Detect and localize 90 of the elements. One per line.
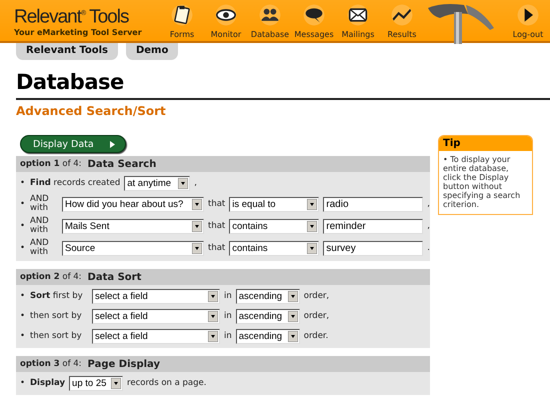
option-number: option 1 of 4: [20,159,82,169]
row-label: AND with [30,217,50,235]
dropdown[interactable]: Mails Sent [62,218,204,234]
dropdown[interactable]: contains [229,240,320,256]
row-label: records on a page. [127,378,206,388]
display-data-button[interactable]: Display Data [20,135,126,153]
eye-icon [214,3,238,27]
nav-link[interactable]: Messages [292,0,336,41]
section-title: Page Display [88,358,160,370]
row-label: order, [304,311,330,321]
dropdown[interactable]: ascending [236,308,300,324]
bullet: • [20,378,26,388]
dropdown-arrow-icon [192,220,202,232]
nav-link[interactable]: Database [248,0,292,41]
dropdown-arrow-icon [307,198,318,210]
nav-link[interactable]: Log-out [506,0,550,41]
dropdown[interactable]: up to 25 [69,376,124,390]
dropdown[interactable]: select a field [92,328,220,344]
dropdown-arrow-icon [208,330,218,342]
clipboard-icon [170,3,194,27]
tagline: Your eMarketing Tool Server [14,28,143,37]
page-subtitle: Advanced Search/Sort [16,104,166,118]
tip-title: Tip [439,136,532,151]
dropdown-arrow-icon [288,330,298,342]
section-title: Data Search [88,158,156,170]
bullet: • [20,331,26,341]
dropdown[interactable]: is equal to [229,196,320,212]
input-field[interactable]: reminder [323,218,424,234]
option-number: option 3 of 4: [20,359,82,369]
dropdown-arrow-icon [307,242,318,254]
punctuation: , [427,221,430,231]
speech-bubble-icon [302,3,326,27]
row-label: in [224,331,232,341]
row-label: AND with [30,195,50,213]
bullet: • [20,291,26,301]
dropdown-arrow-icon [111,378,122,388]
dropdown[interactable]: ascending [236,288,300,304]
nav-link[interactable]: Results [380,0,424,41]
dropdown[interactable]: select a field [92,288,220,304]
row-label: Display [30,378,66,388]
caret-icon [110,140,115,148]
tab[interactable]: Demo [126,43,178,60]
row-label: Find records created [30,178,120,188]
bullet: • [20,221,26,231]
row-label: Sort first by [30,291,84,301]
punctuation: , [194,178,197,188]
punctuation: . [427,243,430,253]
row-label: that [208,221,226,231]
row-label: order. [304,331,328,341]
input-field[interactable]: survey [323,240,424,256]
bullet: • [20,178,26,188]
row-label: then sort by [30,311,83,321]
row-label: AND with [30,239,50,257]
dropdown-arrow-icon [208,290,218,302]
row-label: then sort by [30,331,83,341]
dropdown-arrow-icon [208,310,218,322]
people-icon [258,3,282,27]
dropdown[interactable]: select a field [92,308,220,324]
tip-text: • To display your entire database, click the Display button without specifying a search criterion. [442,154,522,211]
option-number: option 2 of 4: [20,272,82,282]
section-title: Data Sort [88,272,142,282]
dropdown[interactable]: ascending [236,328,300,344]
dropdown[interactable]: at anytime [124,176,190,190]
dropdown-arrow-icon [307,220,318,232]
punctuation: , [427,199,430,209]
dropdown[interactable]: contains [229,218,320,234]
dropdown[interactable]: How did you hear about us? [62,196,204,212]
dropdown[interactable]: Source [62,240,204,256]
page-title: Database [16,70,124,94]
nav-link[interactable]: Mailings [336,0,380,41]
row-label: that [208,243,226,253]
dropdown-arrow-icon [192,242,202,254]
row-label: that [208,199,226,209]
row-label: in [224,311,232,321]
dropdown-arrow-icon [192,198,202,210]
envelope-icon [346,3,370,27]
dropdown-arrow-icon [178,178,188,188]
tab[interactable]: Relevant Tools [16,43,118,60]
nav-link[interactable]: Forms [160,0,204,41]
dropdown-arrow-icon [288,310,298,322]
row-label: in [224,291,232,301]
bullet: • [20,311,26,321]
nav-link[interactable]: Monitor [204,0,248,41]
row-label: order, [304,291,330,301]
bullet: • [20,243,26,253]
play-icon [516,3,540,27]
bullet: • [20,199,26,209]
dropdown-arrow-icon [288,290,298,302]
line-chart-icon [390,3,414,27]
input-field[interactable]: radio [323,196,424,212]
